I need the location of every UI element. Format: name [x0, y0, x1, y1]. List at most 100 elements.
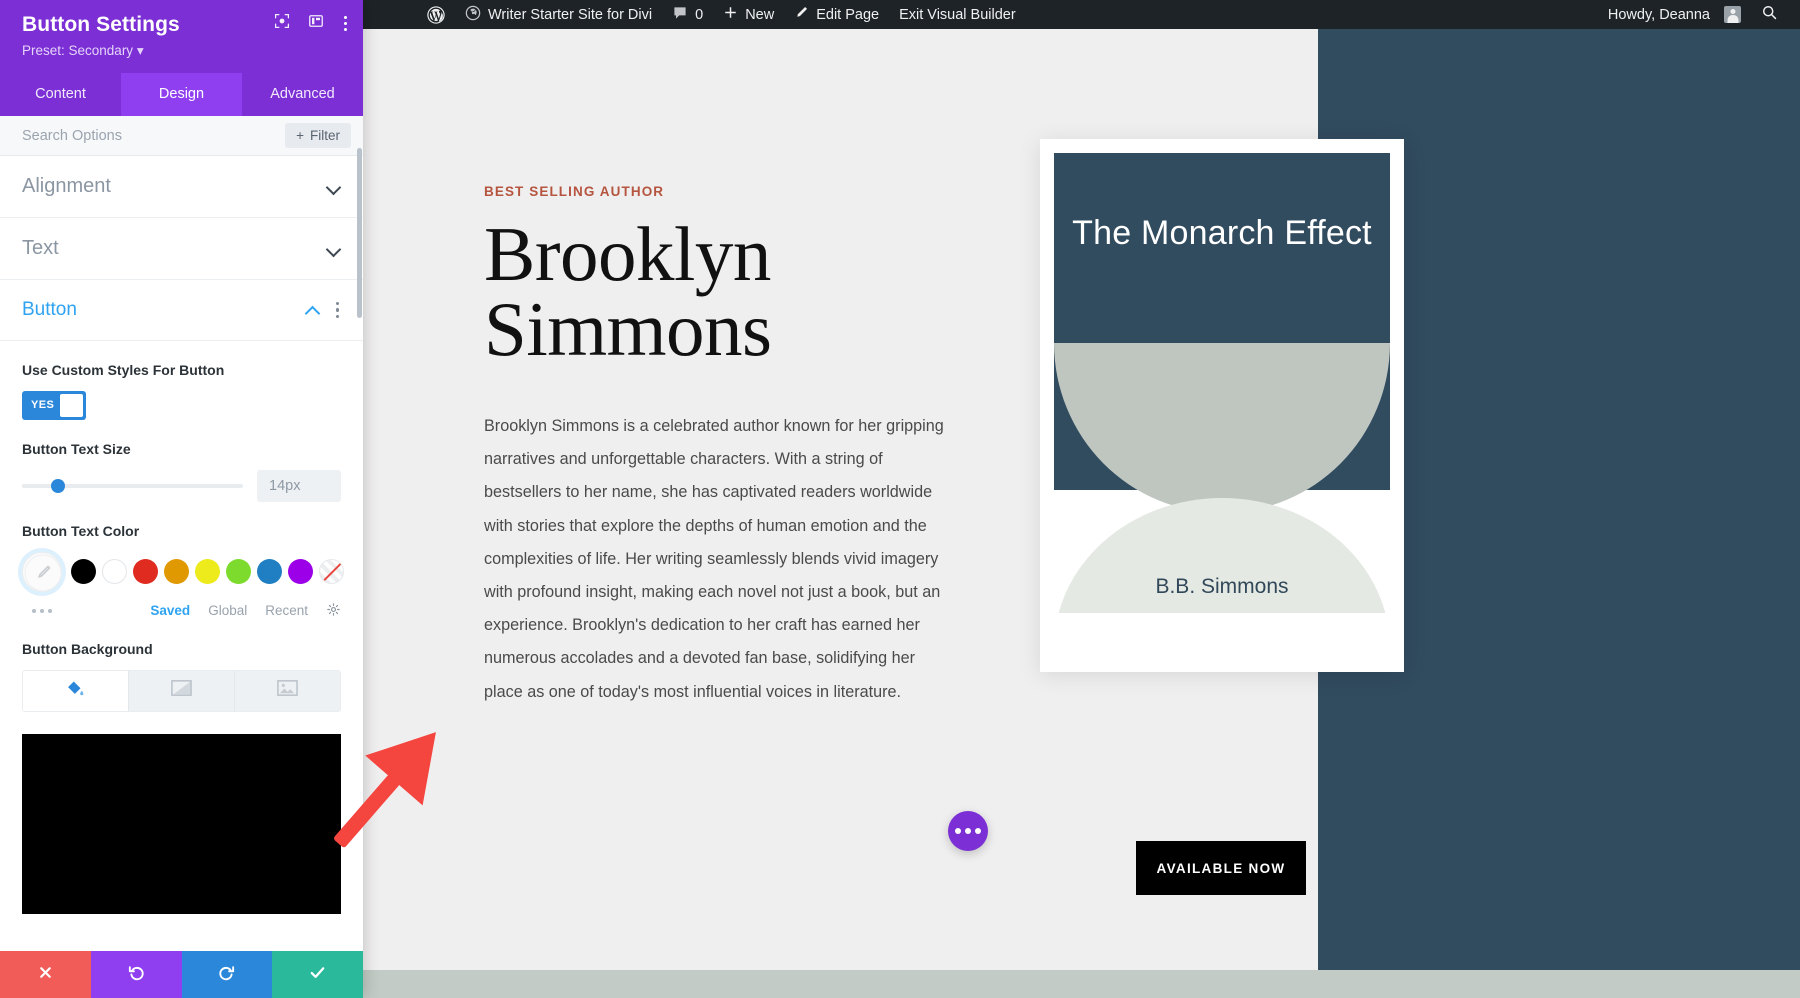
hero-title-line-1: Brooklyn — [484, 211, 771, 297]
section-alignment[interactable]: Alignment — [0, 156, 363, 218]
chevron-down-icon — [327, 180, 341, 194]
button-settings-panel: Button Settings Preset: Secondary ▾ Cont… — [0, 0, 363, 998]
panel-preset-dropdown[interactable]: Preset: Secondary ▾ — [22, 43, 347, 59]
button-background-label: Button Background — [22, 640, 153, 657]
slider-handle[interactable] — [50, 478, 65, 493]
howdy-label: Howdy, Deanna — [1607, 6, 1710, 23]
color-tab-global[interactable]: Global — [208, 603, 247, 618]
plus-icon: + — [296, 128, 304, 143]
save-button[interactable] — [272, 951, 363, 998]
color-tab-saved[interactable]: Saved — [150, 603, 190, 618]
redo-arrow-icon — [217, 963, 236, 987]
section-text-label: Text — [22, 237, 59, 259]
hero-eyebrow: BEST SELLING AUTHOR — [484, 184, 665, 199]
wp-logo-menu[interactable] — [417, 0, 455, 29]
color-swatch-meta-row: Saved Global Recent — [22, 602, 341, 620]
fab-dot-1 — [955, 828, 961, 834]
more-vertical-icon[interactable] — [342, 14, 349, 34]
panel-scrollbar[interactable] — [357, 148, 362, 318]
book-cover-art: The Monarch Effect B.B. Simmons — [1054, 153, 1390, 613]
section-button[interactable]: Button — [0, 280, 363, 341]
section-text[interactable]: Text — [0, 218, 363, 280]
book-cover-card: The Monarch Effect B.B. Simmons — [1040, 139, 1404, 672]
toggle-knob — [60, 393, 83, 417]
fab-dot-3 — [975, 828, 981, 834]
hero-text-block: BEST SELLING AUTHOR Brooklyn Simmons Bro… — [484, 184, 954, 709]
book-title: The Monarch Effect — [1072, 214, 1372, 252]
panel-tabs: Content Design Advanced — [0, 73, 363, 116]
edit-page-menu[interactable]: Edit Page — [784, 0, 889, 29]
tab-design[interactable]: Design — [121, 73, 242, 116]
chevron-up-icon — [306, 303, 320, 317]
background-color-preview[interactable] — [22, 733, 341, 914]
filter-label: Filter — [310, 128, 340, 143]
account-menu[interactable]: Howdy, Deanna — [1598, 0, 1751, 29]
paint-bucket-icon — [66, 679, 85, 703]
swatch-purple[interactable] — [288, 559, 313, 585]
toggle-value-label: YES — [31, 399, 55, 412]
section-button-label: Button — [22, 299, 77, 320]
hero-body-text: Brooklyn Simmons is a celebrated author … — [484, 416, 944, 701]
builder-settings-fab[interactable] — [948, 811, 988, 851]
bg-tab-image[interactable] — [235, 670, 340, 711]
panel-action-bar — [0, 951, 363, 998]
button-text-size-control: 14px — [22, 469, 341, 502]
cancel-button[interactable] — [0, 951, 91, 998]
dashboard-icon — [465, 5, 481, 25]
fab-dot-2 — [965, 828, 971, 834]
gear-icon[interactable] — [326, 602, 341, 620]
swatch-transparent[interactable] — [319, 559, 344, 585]
tab-content[interactable]: Content — [0, 73, 121, 116]
more-horizontal-icon[interactable] — [32, 608, 52, 613]
swatch-white[interactable] — [102, 559, 127, 585]
search-input[interactable] — [22, 127, 286, 144]
search-icon — [1761, 4, 1778, 25]
text-size-input[interactable]: 14px — [257, 469, 341, 502]
site-name-label: Writer Starter Site for Divi — [488, 6, 653, 23]
swatch-green[interactable] — [226, 559, 251, 585]
swatch-orange[interactable] — [164, 559, 189, 585]
redo-button[interactable] — [181, 951, 273, 998]
exit-visual-builder[interactable]: Exit Visual Builder — [889, 0, 1026, 29]
page-bottom-strip — [363, 970, 1800, 998]
custom-styles-toggle[interactable]: YES — [22, 390, 86, 420]
search-button[interactable] — [1751, 0, 1788, 29]
pencil-icon — [794, 5, 809, 24]
gradient-icon — [171, 679, 192, 702]
target-icon[interactable] — [274, 13, 290, 34]
button-section-fields: Use Custom Styles For Button YES Button … — [0, 361, 363, 712]
swatch-red[interactable] — [133, 559, 158, 585]
filter-button[interactable]: + Filter — [285, 123, 351, 148]
color-tab-recent[interactable]: Recent — [265, 603, 308, 618]
more-vertical-icon[interactable] — [334, 300, 341, 320]
edit-page-label: Edit Page — [816, 6, 880, 23]
bg-tab-gradient[interactable] — [129, 670, 235, 711]
user-avatar-icon — [1724, 6, 1741, 23]
available-now-button[interactable]: AVAILABLE NOW — [1136, 841, 1306, 895]
text-size-slider[interactable] — [22, 478, 243, 493]
swatch-yellow[interactable] — [195, 559, 220, 585]
hero-title-line-2: Simmons — [484, 286, 772, 373]
layout-panel-icon[interactable] — [308, 13, 324, 34]
new-content-menu[interactable]: New — [713, 0, 784, 29]
bg-tab-color[interactable] — [23, 670, 129, 711]
custom-styles-label: Use Custom Styles For Button — [22, 362, 225, 378]
button-text-size-label: Button Text Size — [22, 440, 131, 457]
section-alignment-label: Alignment — [22, 175, 111, 197]
comments-menu[interactable]: 0 — [662, 0, 713, 29]
tab-advanced[interactable]: Advanced — [242, 73, 363, 116]
close-x-icon — [37, 964, 54, 986]
swatch-black[interactable] — [71, 559, 96, 585]
undo-button[interactable] — [90, 951, 182, 998]
eyedropper-icon[interactable] — [22, 551, 62, 592]
exit-builder-label: Exit Visual Builder — [899, 6, 1016, 23]
undo-arrow-icon — [127, 963, 146, 987]
text-color-swatches — [22, 551, 344, 592]
new-label: New — [745, 6, 775, 23]
site-name-menu[interactable]: Writer Starter Site for Divi — [455, 0, 662, 29]
book-author: B.B. Simmons — [1155, 575, 1289, 598]
background-type-tabs — [22, 669, 341, 712]
button-text-color-label: Button Text Color — [22, 522, 140, 539]
swatch-blue[interactable] — [257, 559, 282, 585]
comment-bubble-icon — [672, 5, 688, 25]
